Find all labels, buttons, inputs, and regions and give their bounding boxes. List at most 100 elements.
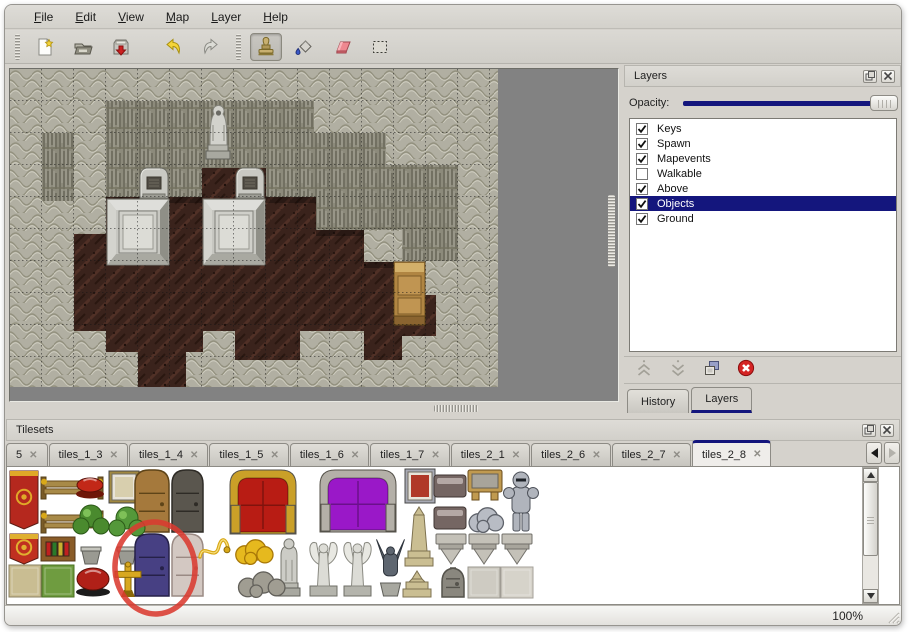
layer-row-ground[interactable]: Ground — [630, 211, 896, 226]
tile-parchment[interactable] — [9, 565, 41, 597]
duplicate-layer-button[interactable] — [700, 359, 724, 381]
vertical-splitter[interactable] — [608, 195, 615, 267]
raise-layer-button[interactable] — [632, 359, 656, 381]
tile-floor-slab-2[interactable] — [501, 567, 533, 598]
close-tab-icon[interactable]: ✕ — [351, 450, 359, 461]
close-tab-icon[interactable]: ✕ — [190, 450, 198, 461]
layer-row-walkable[interactable]: Walkable — [630, 166, 896, 181]
close-tab-icon[interactable]: ✕ — [431, 450, 439, 461]
layer-row-objects[interactable]: Objects — [630, 196, 896, 211]
tile-door-purple[interactable] — [135, 534, 169, 596]
tile-pillar-top-1[interactable] — [436, 534, 466, 564]
layer-row-mapevents[interactable]: Mapevents — [630, 151, 896, 166]
tile-emblem-banner[interactable] — [10, 534, 38, 564]
close-tab-icon[interactable]: ✕ — [753, 449, 761, 460]
tileset-tab-tiles_1_7[interactable]: tiles_1_7✕ — [370, 443, 449, 466]
open-file-button[interactable] — [67, 33, 99, 61]
tileset-scrollbar[interactable] — [862, 467, 879, 604]
tile-rock-pile[interactable] — [239, 572, 285, 597]
fill-tool-button[interactable] — [288, 33, 320, 61]
opacity-slider-handle[interactable] — [870, 95, 898, 111]
tileset-tab-tiles_2_7[interactable]: tiles_2_7✕ — [612, 443, 691, 466]
close-tab-icon[interactable]: ✕ — [673, 450, 681, 461]
tile-palm-plant[interactable] — [73, 505, 109, 564]
close-tab-icon[interactable]: ✕ — [270, 450, 278, 461]
layer-visibility-checkbox[interactable] — [636, 183, 648, 195]
close-icon[interactable] — [880, 424, 894, 437]
layer-row-keys[interactable]: Keys — [630, 121, 896, 136]
new-file-button[interactable] — [29, 33, 61, 61]
tile-angel-statue-left[interactable] — [310, 542, 337, 596]
scroll-tabs-right-button[interactable] — [884, 442, 900, 464]
tile-obelisk[interactable] — [405, 507, 433, 566]
tileset-tab-tiles_1_6[interactable]: tiles_1_6✕ — [290, 443, 369, 466]
map-viewport[interactable] — [9, 68, 619, 402]
delete-layer-button[interactable] — [734, 359, 758, 381]
layer-visibility-checkbox[interactable] — [636, 168, 648, 180]
tile-banner-green[interactable] — [42, 565, 74, 597]
eraser-tool-button[interactable] — [326, 33, 358, 61]
tile-floor-slab-1[interactable] — [468, 567, 500, 598]
close-tab-icon[interactable]: ✕ — [110, 450, 118, 461]
layer-visibility-checkbox[interactable] — [636, 153, 648, 165]
tileset-tab-tiles_1_5[interactable]: tiles_1_5✕ — [209, 443, 288, 466]
tile-knight-armor[interactable] — [504, 472, 539, 531]
float-icon[interactable] — [863, 70, 877, 83]
tab-layers[interactable]: Layers — [691, 387, 752, 413]
horizontal-splitter[interactable] — [434, 405, 478, 412]
menu-layer[interactable]: Layer — [211, 10, 241, 24]
tile-banner-red[interactable] — [10, 471, 38, 529]
tile-obelisk-small[interactable] — [403, 571, 431, 597]
close-tab-icon[interactable]: ✕ — [512, 450, 520, 461]
tile-king-portrait[interactable] — [405, 469, 435, 503]
layer-visibility-checkbox[interactable] — [636, 198, 648, 210]
tile-gold-chain[interactable] — [200, 540, 230, 557]
stamp-tool-button[interactable] — [250, 33, 282, 61]
tileset-canvas[interactable] — [7, 467, 857, 604]
scrollbar-thumb[interactable] — [863, 482, 878, 556]
scroll-down-button[interactable] — [863, 589, 878, 603]
menu-edit[interactable]: Edit — [75, 10, 96, 24]
tile-throne-purple[interactable] — [320, 470, 396, 532]
menu-file[interactable]: File — [34, 10, 53, 24]
map-canvas[interactable] — [10, 69, 498, 387]
layer-row-spawn[interactable]: Spawn — [630, 136, 896, 151]
close-tab-icon[interactable]: ✕ — [592, 450, 600, 461]
lower-layer-button[interactable] — [666, 359, 690, 381]
tileset-view[interactable] — [6, 466, 900, 605]
tileset-tab-tiles_2_6[interactable]: tiles_2_6✕ — [531, 443, 610, 466]
tab-history[interactable]: History — [627, 389, 689, 413]
tile-gold-pile[interactable] — [236, 540, 273, 565]
close-tab-icon[interactable]: ✕ — [29, 450, 37, 461]
tileset-tab-tiles_1_4[interactable]: tiles_1_4✕ — [129, 443, 208, 466]
toolbar-gripper[interactable] — [15, 34, 20, 60]
layer-visibility-checkbox[interactable] — [636, 213, 648, 225]
tile-throne-red[interactable] — [230, 470, 296, 534]
tile-gate-white[interactable] — [172, 534, 203, 596]
tile-wooden-sign[interactable] — [468, 470, 502, 500]
tile-stone-slab-top[interactable] — [434, 475, 466, 497]
tile-bookshelf[interactable] — [41, 537, 75, 561]
resize-grip-icon[interactable] — [885, 609, 900, 624]
tileset-tab-tiles_1_3[interactable]: tiles_1_3✕ — [49, 443, 128, 466]
scroll-tabs-left-button[interactable] — [866, 442, 882, 464]
select-tool-button[interactable] — [364, 33, 396, 61]
layer-visibility-checkbox[interactable] — [636, 138, 648, 150]
save-file-button[interactable] — [105, 33, 137, 61]
tile-pillar-shaft[interactable] — [442, 568, 464, 597]
tileset-tab-tiles_2_8[interactable]: tiles_2_8✕ — [692, 440, 771, 466]
menu-view[interactable]: View — [118, 10, 144, 24]
menu-help[interactable]: Help — [263, 10, 288, 24]
redo-button[interactable] — [195, 33, 227, 61]
undo-button[interactable] — [157, 33, 189, 61]
layer-visibility-checkbox[interactable] — [636, 123, 648, 135]
menu-map[interactable]: Map — [166, 10, 189, 24]
tile-armor-pile[interactable] — [469, 508, 503, 533]
float-icon[interactable] — [862, 424, 876, 437]
tileset-tab-tiles_2_1[interactable]: tiles_2_1✕ — [451, 443, 530, 466]
tile-pillar-top-2[interactable] — [469, 534, 499, 564]
tile-stone-slab-mid[interactable] — [434, 507, 466, 529]
tile-gate-dark[interactable] — [172, 470, 203, 532]
scroll-up-button[interactable] — [863, 468, 878, 482]
opacity-slider[interactable] — [681, 94, 898, 112]
